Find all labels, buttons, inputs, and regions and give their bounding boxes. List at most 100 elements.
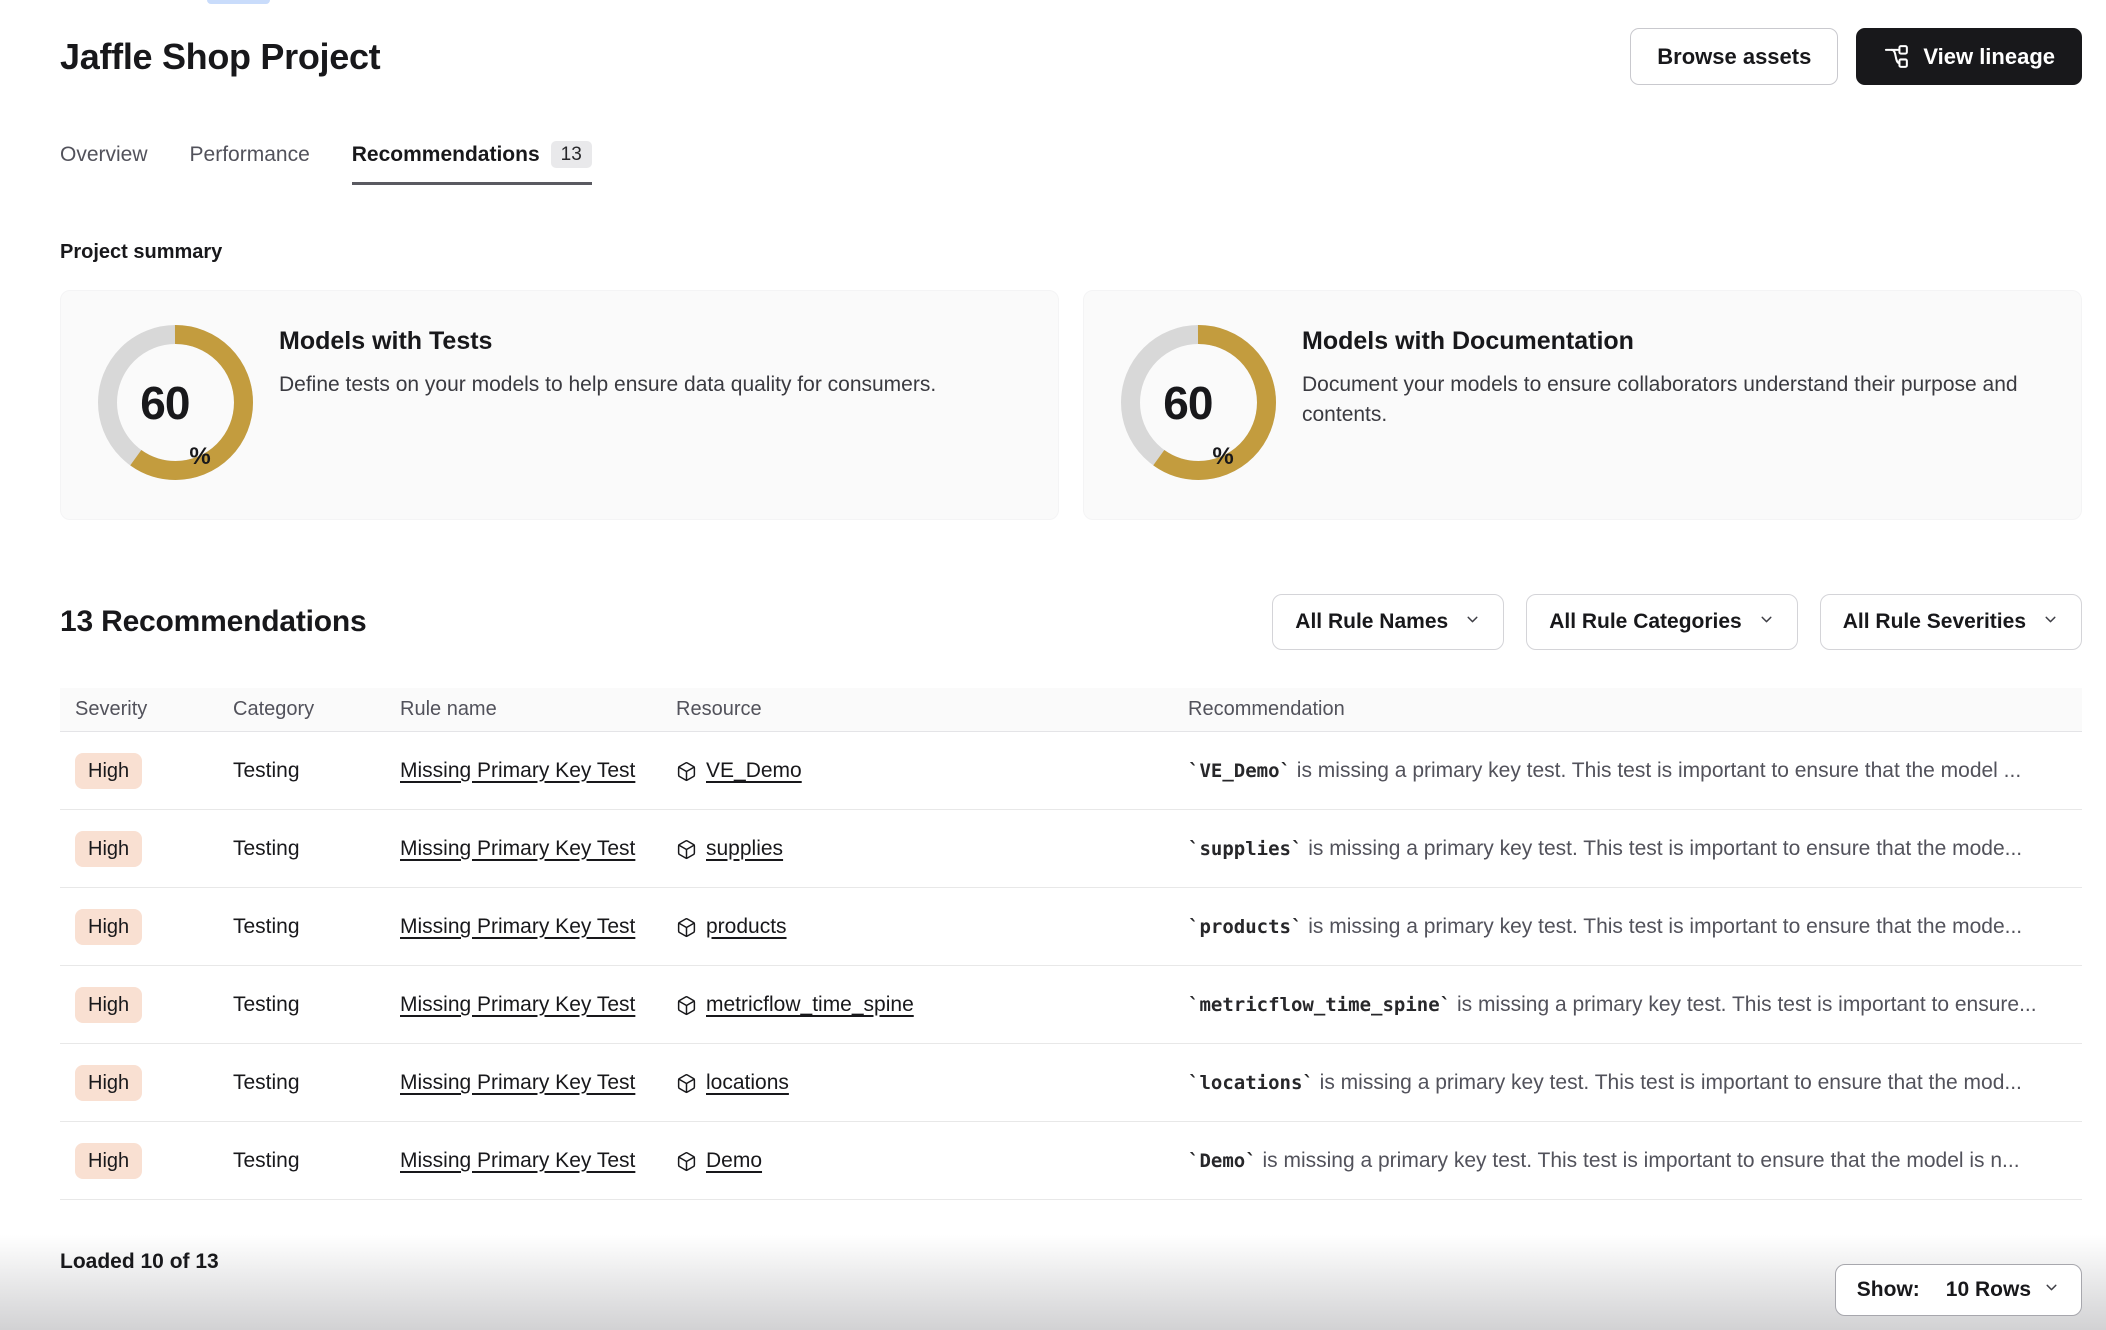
recommendation-code: `metricflow_time_spine` <box>1188 994 1451 1016</box>
recommendation-cell: `Demo` is missing a primary key test. Th… <box>1188 1149 2067 1173</box>
resource-link[interactable]: VE_Demo <box>706 759 802 783</box>
tests-card-description: Define tests on your models to help ensu… <box>279 370 936 400</box>
recommendation-text: is missing a primary key test. This test… <box>1291 759 2021 782</box>
view-lineage-label: View lineage <box>1923 44 2055 70</box>
page-title: Jaffle Shop Project <box>60 36 380 78</box>
recommendation-cell: `supplies` is missing a primary key test… <box>1188 837 2067 861</box>
rule-categories-filter-label: All Rule Categories <box>1549 610 1742 634</box>
cube-icon <box>676 995 697 1016</box>
tab-overview[interactable]: Overview <box>60 141 148 185</box>
rule-name-link[interactable]: Missing Primary Key Test <box>400 759 635 782</box>
category-cell: Testing <box>233 1149 400 1173</box>
rule-name-link[interactable]: Missing Primary Key Test <box>400 837 635 860</box>
tab-bar: Overview Performance Recommendations 13 <box>60 141 2082 185</box>
view-lineage-button[interactable]: View lineage <box>1856 28 2082 85</box>
recommendations-heading: 13 Recommendations <box>60 605 367 639</box>
table-row: High Testing Missing Primary Key Test me… <box>60 966 2082 1044</box>
cube-icon <box>676 1151 697 1172</box>
tab-count-badge: 13 <box>551 141 592 168</box>
cube-icon <box>676 1073 697 1094</box>
rule-name-link[interactable]: Missing Primary Key Test <box>400 1149 635 1172</box>
docs-donut-value: 60% <box>1121 325 1276 480</box>
rows-per-page-button[interactable]: Show: 10 Rows <box>1835 1264 2082 1316</box>
tests-percent: 60 <box>140 376 189 430</box>
column-severity: Severity <box>75 698 233 721</box>
category-cell: Testing <box>233 993 400 1017</box>
category-cell: Testing <box>233 759 400 783</box>
resource-link[interactable]: Demo <box>706 1149 762 1173</box>
cube-icon <box>676 761 697 782</box>
cube-icon <box>676 917 697 938</box>
rule-names-filter[interactable]: All Rule Names <box>1272 594 1504 650</box>
summary-cards: 60% Models with Tests Define tests on yo… <box>60 290 2082 520</box>
category-cell: Testing <box>233 915 400 939</box>
docs-card-text: Models with Documentation Document your … <box>1302 327 2022 431</box>
recommendation-text: is missing a primary key test. This test… <box>1451 993 2036 1016</box>
table-row: High Testing Missing Primary Key Test VE… <box>60 732 2082 810</box>
recommendations-header: 13 Recommendations All Rule Names All Ru… <box>60 594 2082 650</box>
main-content: Jaffle Shop Project Browse assets View l… <box>0 0 2106 1316</box>
chevron-down-icon <box>1758 610 1775 634</box>
docs-percent-suffix: % <box>1212 443 1233 480</box>
recommendation-cell: `metricflow_time_spine` is missing a pri… <box>1188 993 2067 1017</box>
browse-assets-button[interactable]: Browse assets <box>1630 28 1838 85</box>
table-header: Severity Category Rule name Resource Rec… <box>60 688 2082 732</box>
recommendation-code: `locations` <box>1188 1072 1314 1094</box>
resource-link[interactable]: supplies <box>706 837 783 861</box>
resource-link[interactable]: metricflow_time_spine <box>706 993 914 1017</box>
recommendation-code: `VE_Demo` <box>1188 760 1291 782</box>
resource-cell: products <box>676 915 1188 939</box>
category-cell: Testing <box>233 1071 400 1095</box>
resource-cell: supplies <box>676 837 1188 861</box>
tests-donut-chart: 60% <box>98 325 253 480</box>
recommendation-code: `Demo` <box>1188 1150 1257 1172</box>
docs-card-title: Models with Documentation <box>1302 327 2022 356</box>
recommendation-code: `supplies` <box>1188 838 1302 860</box>
tests-card-title: Models with Tests <box>279 327 936 356</box>
table-row: High Testing Missing Primary Key Test De… <box>60 1122 2082 1200</box>
rule-severities-filter[interactable]: All Rule Severities <box>1820 594 2082 650</box>
column-category: Category <box>233 698 400 721</box>
severity-badge: High <box>75 1143 142 1179</box>
resource-cell: locations <box>676 1071 1188 1095</box>
recommendation-text: is missing a primary key test. This test… <box>1314 1071 2022 1094</box>
severity-cell: High <box>75 831 233 867</box>
rule-name-link[interactable]: Missing Primary Key Test <box>400 1071 635 1094</box>
rule-categories-filter[interactable]: All Rule Categories <box>1526 594 1798 650</box>
tab-performance-label: Performance <box>190 143 310 167</box>
resource-link[interactable]: locations <box>706 1071 789 1095</box>
tab-performance[interactable]: Performance <box>190 141 310 185</box>
severity-badge: High <box>75 909 142 945</box>
loaded-count: Loaded 10 of 13 <box>60 1242 219 1274</box>
recommendation-cell: `products` is missing a primary key test… <box>1188 915 2067 939</box>
severity-cell: High <box>75 753 233 789</box>
tests-percent-suffix: % <box>189 443 210 480</box>
rule-name-cell: Missing Primary Key Test <box>400 915 676 939</box>
page-header: Jaffle Shop Project Browse assets View l… <box>60 0 2082 85</box>
severity-badge: High <box>75 987 142 1023</box>
resource-link[interactable]: products <box>706 915 787 939</box>
resource-cell: metricflow_time_spine <box>676 993 1188 1017</box>
rule-name-link[interactable]: Missing Primary Key Test <box>400 993 635 1016</box>
severity-cell: High <box>75 1143 233 1179</box>
rule-name-link[interactable]: Missing Primary Key Test <box>400 915 635 938</box>
recommendations-table: Severity Category Rule name Resource Rec… <box>60 688 2082 1200</box>
docs-card-description: Document your models to ensure collabora… <box>1302 370 2022 431</box>
models-with-tests-card: 60% Models with Tests Define tests on yo… <box>60 290 1059 520</box>
resource-cell: Demo <box>676 1149 1188 1173</box>
severity-badge: High <box>75 831 142 867</box>
severity-badge: High <box>75 1065 142 1101</box>
rule-name-cell: Missing Primary Key Test <box>400 1149 676 1173</box>
tab-recommendations[interactable]: Recommendations 13 <box>352 141 592 185</box>
recommendation-text: is missing a primary key test. This test… <box>1302 837 2022 860</box>
chevron-down-icon <box>1464 610 1481 634</box>
cube-icon <box>676 839 697 860</box>
severity-cell: High <box>75 987 233 1023</box>
docs-percent: 60 <box>1163 376 1212 430</box>
table-row: High Testing Missing Primary Key Test lo… <box>60 1044 2082 1122</box>
rule-name-cell: Missing Primary Key Test <box>400 837 676 861</box>
table-footer: Loaded 10 of 13 Show: 10 Rows <box>60 1242 2082 1316</box>
recommendation-text: is missing a primary key test. This test… <box>1257 1149 2020 1172</box>
severity-cell: High <box>75 1065 233 1101</box>
rows-per-page-value: 10 Rows <box>1946 1278 2031 1302</box>
